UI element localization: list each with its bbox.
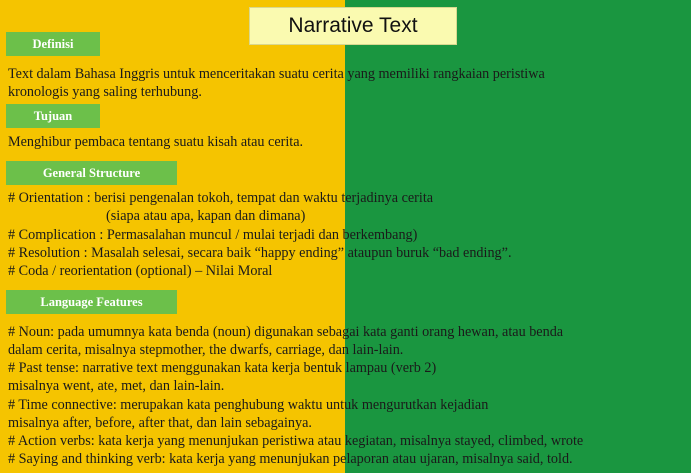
tujuan-label: Tujuan (6, 104, 100, 128)
feature-past-tense-example: misalnya went, ate, met, dan lain-lain. (8, 378, 225, 394)
structure-complication: # Complication : Permasalahan muncul / m… (8, 227, 418, 243)
definisi-line-1: Text dalam Bahasa Inggris untuk mencerit… (8, 66, 545, 82)
general-structure-label: General Structure (6, 161, 177, 185)
structure-resolution: # Resolution : Masalah selesai, secara b… (8, 245, 512, 261)
feature-action-verbs: # Action verbs: kata kerja yang menunjuk… (8, 433, 584, 449)
page-title: Narrative Text (249, 7, 457, 45)
definisi-line-2: kronologis yang saling terhubung. (8, 84, 202, 100)
structure-orientation: # Orientation : berisi pengenalan tokoh,… (8, 190, 434, 206)
structure-coda: # Coda / reorientation (optional) – Nila… (8, 263, 273, 279)
feature-saying-thinking-verb: # Saying and thinking verb: kata kerja y… (8, 451, 573, 467)
structure-orientation-detail: (siapa atau apa, kapan dan dimana) (106, 208, 306, 224)
definisi-label: Definisi (6, 32, 100, 56)
language-features-label: Language Features (6, 290, 177, 314)
feature-past-tense: # Past tense: narrative text menggunakan… (8, 360, 437, 376)
feature-time-connective-example: misalnya after, before, after that, dan … (8, 415, 312, 431)
feature-noun-example: dalam cerita, misalnya stepmother, the d… (8, 342, 404, 358)
feature-noun: # Noun: pada umumnya kata benda (noun) d… (8, 324, 564, 340)
feature-time-connective: # Time connective: merupakan kata penghu… (8, 397, 489, 413)
tujuan-line-1: Menghibur pembaca tentang suatu kisah at… (8, 134, 304, 150)
